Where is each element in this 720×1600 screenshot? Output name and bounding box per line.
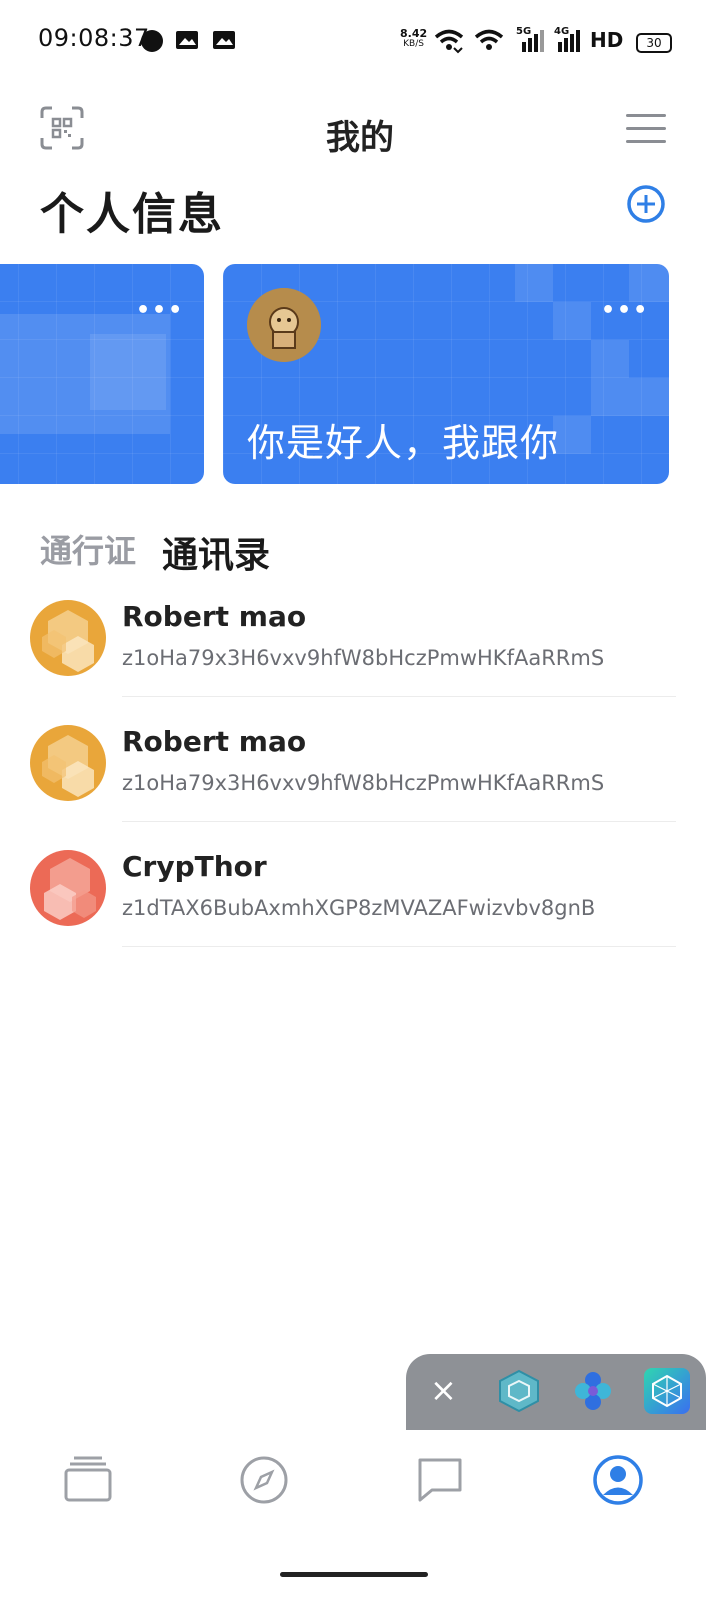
cube-app-icon[interactable] [496, 1368, 542, 1414]
card-more-icon[interactable]: ••• [601, 298, 649, 323]
tab-contacts[interactable]: 通讯录 [162, 526, 270, 578]
page-title: 我的 [326, 118, 394, 158]
notification-dot-icon [141, 30, 163, 52]
divider [122, 696, 676, 697]
image-notification-icon [176, 31, 198, 49]
contact-item[interactable]: Robert mao z1oHa79x3H6vxv9hfW8bHczPmwHKf… [0, 586, 720, 712]
cube-gradient-app-icon[interactable] [644, 1368, 690, 1414]
divider [122, 821, 676, 822]
profile-icon[interactable] [588, 1450, 648, 1510]
personal-info-title: 个人信息 [40, 189, 224, 240]
signal-icon [522, 30, 544, 52]
contact-avatar [30, 850, 106, 926]
contact-name: Robert mao [122, 600, 307, 633]
contact-avatar [30, 725, 106, 801]
signal-icon [558, 30, 580, 52]
status-bar: 09:08:37 8.42 KB/S 5G 4G HD 30 [0, 0, 720, 82]
contact-address: z1dTAX6BubAxmhXGP8zMVAZAFwizvbv8gnB [122, 896, 596, 920]
contact-item[interactable]: CrypThor z1dTAX6BubAxmhXGP8zMVAZAFwizvbv… [0, 836, 720, 962]
contact-avatar [30, 600, 106, 676]
hd-indicator: HD [590, 28, 624, 52]
chat-icon[interactable] [410, 1450, 470, 1510]
identity-card[interactable]: ••• [0, 264, 204, 484]
network-speed: 8.42 KB/S [400, 28, 427, 50]
close-icon[interactable]: × [430, 1372, 457, 1408]
identity-card[interactable]: ••• 你是好人，我跟你 [223, 264, 669, 484]
home-indicator[interactable] [280, 1572, 428, 1577]
card-nickname: 你是好人，我跟你 [247, 421, 560, 465]
image-notification-icon [213, 31, 235, 49]
flower-app-icon[interactable] [570, 1368, 616, 1414]
floating-app-bar: × [406, 1354, 706, 1430]
divider [122, 946, 676, 947]
contact-name: CrypThor [122, 850, 267, 883]
speed-unit: KB/S [403, 39, 424, 49]
cards-icon[interactable] [58, 1450, 118, 1510]
tab-pass[interactable]: 通行证 [40, 526, 136, 572]
contact-address: z1oHa79x3H6vxv9hfW8bHczPmwHKfAaRRmS [122, 771, 605, 795]
card-more-icon[interactable]: ••• [136, 298, 184, 323]
plus-circle-icon[interactable] [626, 184, 666, 224]
wifi-icon [474, 29, 504, 50]
contact-name: Robert mao [122, 725, 307, 758]
user-avatar [247, 288, 321, 362]
bottom-nav [0, 1430, 720, 1530]
compass-icon[interactable] [234, 1450, 294, 1510]
battery-icon: 30 [636, 33, 672, 53]
speed-value: 8.42 [400, 27, 428, 40]
contact-address: z1oHa79x3H6vxv9hfW8bHczPmwHKfAaRRmS [122, 646, 605, 670]
hamburger-menu-icon[interactable] [626, 112, 666, 146]
wifi-icon [434, 29, 464, 54]
status-time: 09:08:37 [38, 24, 150, 52]
contact-item[interactable]: Robert mao z1oHa79x3H6vxv9hfW8bHczPmwHKf… [0, 711, 720, 837]
